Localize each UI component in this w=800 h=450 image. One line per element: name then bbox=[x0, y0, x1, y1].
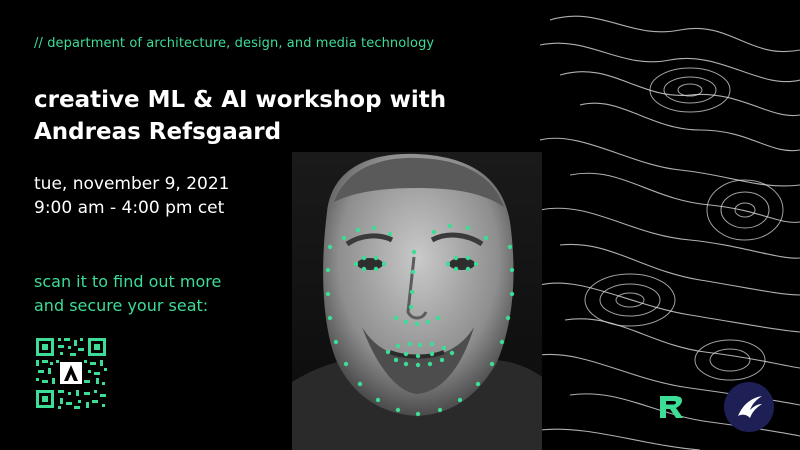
bird-logo-icon bbox=[724, 382, 774, 432]
workshop-title-line-2: Andreas Refsgaard bbox=[34, 119, 282, 145]
workshop-poster: // department of architecture, design, a… bbox=[0, 0, 800, 450]
department-label: // department of architecture, design, a… bbox=[34, 36, 435, 51]
event-time: 9:00 am - 4:00 pm cet bbox=[34, 198, 225, 218]
workshop-title-line-1: creative ML & AI workshop with bbox=[34, 87, 447, 113]
cta-line-2: and secure your seat: bbox=[34, 296, 209, 315]
r-logo-icon bbox=[660, 396, 683, 418]
portrait-with-face-landmarks bbox=[292, 152, 542, 450]
workshop-title: creative ML & AI workshop with Andreas R… bbox=[34, 84, 504, 148]
qr-code-icon[interactable] bbox=[34, 336, 108, 410]
cta-line-1: scan it to find out more bbox=[34, 272, 222, 291]
event-date: tue, november 9, 2021 bbox=[34, 174, 230, 194]
